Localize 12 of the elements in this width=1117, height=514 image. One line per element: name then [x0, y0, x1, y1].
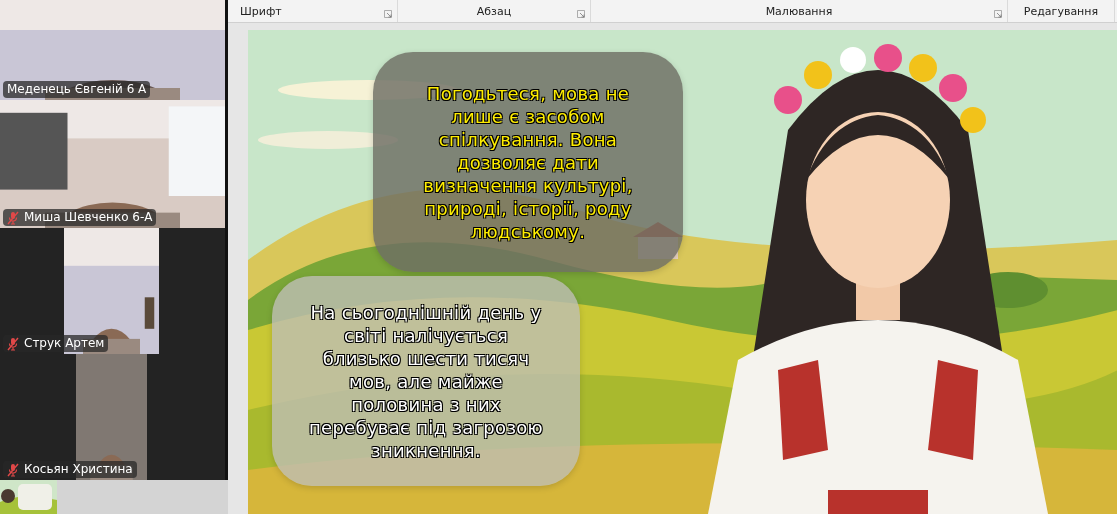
ribbon-group-label: Шрифт: [240, 4, 282, 18]
callout-text: На сьогоднішній день у світі налічується близько шести тисяч мов, але майже половина з них перебуває під загрозою зникнення.: [307, 300, 545, 462]
dialog-launcher-icon[interactable]: [994, 10, 1002, 18]
ribbon-group-label: Малювання: [765, 4, 833, 18]
dialog-launcher-icon[interactable]: [384, 10, 392, 18]
callout-text: Погодьтеся, мова не лише є засобом спілкування. Вона дозволяє дати визначення культурі, природі, історії, роду людському.: [422, 81, 634, 243]
participant-name: Струк Артем: [24, 336, 105, 351]
dialog-launcher-icon[interactable]: [577, 10, 585, 18]
participant-name: Меденець Євгеній 6 А: [7, 82, 147, 97]
ribbon-group-label: Редагування: [1023, 4, 1099, 18]
participant-name: Косьян Христина: [24, 462, 133, 477]
ribbon-group-label: Абзац: [476, 4, 512, 18]
